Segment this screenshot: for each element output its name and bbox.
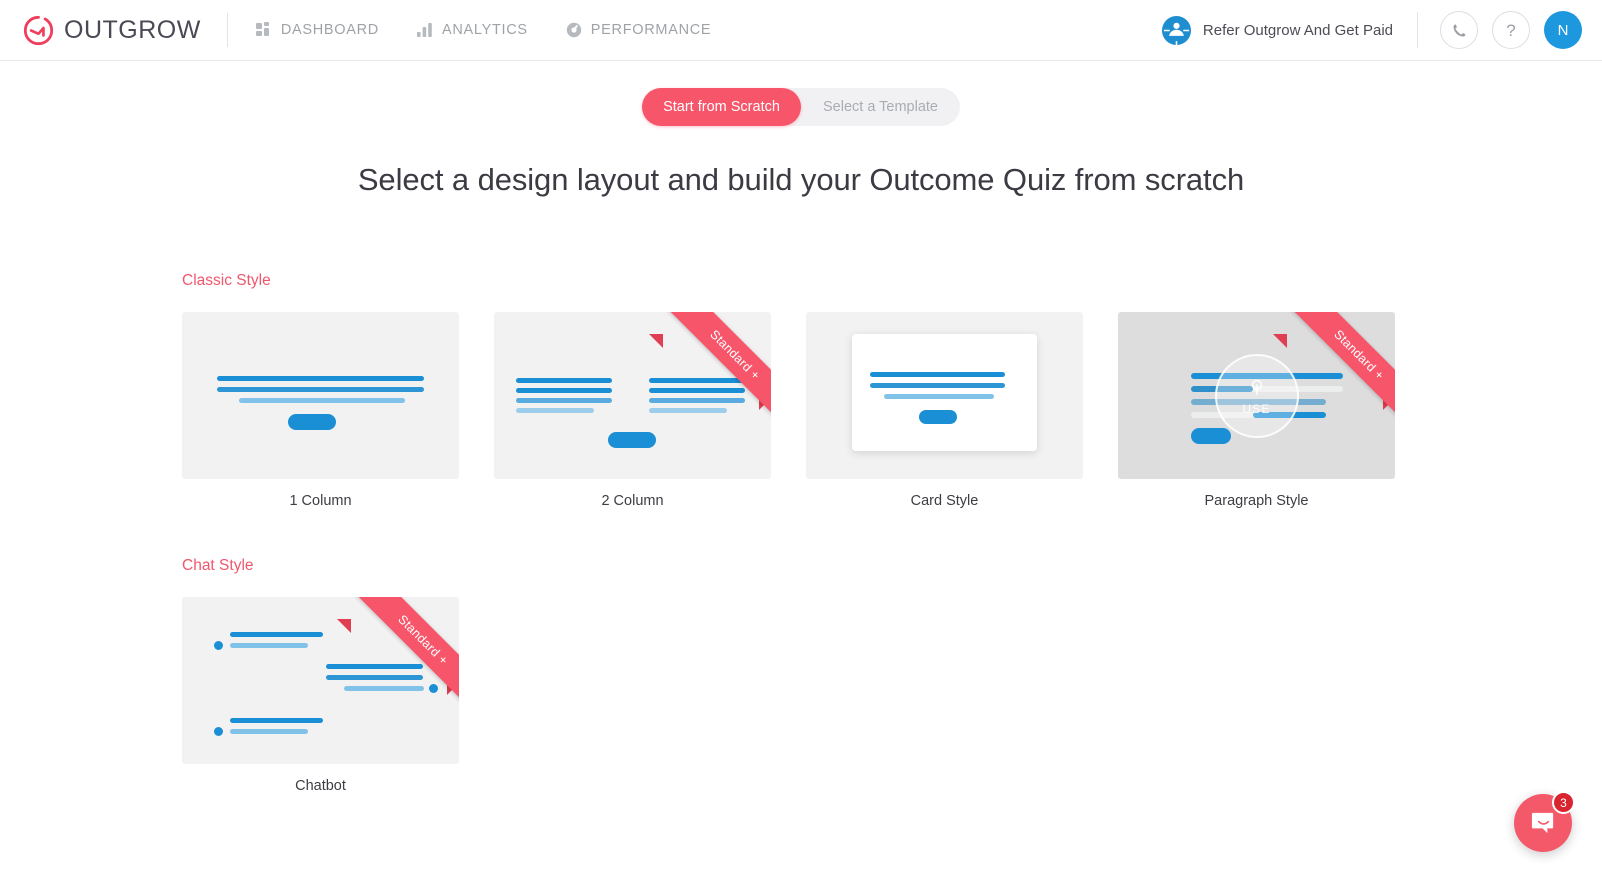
section-chat-style: Chat Style Standard + Chatbot [0,557,1602,794]
phone-button[interactable] [1440,11,1478,49]
preview-line [239,398,405,403]
brand-name: OUTGROW [64,15,201,44]
referral-person-icon [1161,15,1192,46]
refer-label: Refer Outgrow And Get Paid [1202,21,1393,39]
layout-caption: 2 Column [601,493,664,509]
ribbon-fold-right [447,681,459,695]
chat-avatar-dot [429,684,438,693]
preview-line [516,388,612,393]
nav-item-performance[interactable]: PERFORMANCE [566,22,712,38]
chat-bubble-icon [1530,810,1557,837]
preview-line [230,632,323,637]
header-divider-2 [1417,12,1418,48]
standard-plus-ribbon: Standard + [337,597,459,719]
ribbon-fold-right [1383,396,1395,410]
chat-unread-badge: 3 [1552,791,1575,814]
preview-line [230,643,308,648]
layout-gallery: Classic Style 1 Column Standard + 2 Colu… [0,272,1602,794]
mode-toggle: Start from Scratch Select a Template [642,88,960,126]
nav-item-dashboard[interactable]: DASHBOARD [255,22,379,38]
preview-button [1191,428,1231,444]
avatar-initial: N [1557,21,1569,39]
app-header: OUTGROW DASHBOARD ANALYTICS PERFORMANCE … [0,0,1602,61]
ribbon-label: Standard + [1291,312,1395,423]
preview-line [344,686,424,691]
chat-widget-button[interactable]: 3 [1514,791,1575,852]
ribbon-fold-left [649,334,663,348]
preview-button [288,414,336,430]
preview-line [649,398,745,403]
preview-line [230,718,323,723]
layout-card-1-column: 1 Column [182,312,459,509]
brand-logo[interactable]: OUTGROW [22,14,227,47]
section-title-classic: Classic Style [182,272,271,289]
preview-button [919,410,957,424]
card-row-chat: Standard + Chatbot [182,597,1602,794]
section-classic-style: Classic Style 1 Column Standard + 2 Colu… [0,272,1602,509]
user-avatar[interactable]: N [1544,11,1582,49]
layout-card-chatbot: Standard + Chatbot [182,597,459,794]
preview-line [649,388,745,393]
preview-line [884,394,994,399]
gauge-icon [566,22,582,38]
standard-plus-ribbon: Standard + [649,312,771,434]
preview-button [608,432,656,448]
main-nav: DASHBOARD ANALYTICS PERFORMANCE [255,22,712,38]
layout-card-2-column: Standard + 2 Column [494,312,771,509]
mode-toggle-wrapper: Start from Scratch Select a Template [0,88,1602,126]
layout-thumbnail-2-column[interactable]: Standard + [494,312,771,479]
layout-thumbnail-paragraph-style[interactable]: USE Standard + [1118,312,1395,479]
card-row-classic: 1 Column Standard + 2 Column Card Style … [182,312,1602,509]
layout-caption: Card Style [910,493,979,509]
ribbon-fold-left [1273,334,1287,348]
tab-select-a-template[interactable]: Select a Template [801,88,960,126]
preview-line [870,383,1005,388]
section-title-chat: Chat Style [182,557,254,574]
ribbon-label: Standard + [667,312,771,423]
preview-line [230,729,308,734]
preview-inner-card [852,334,1037,451]
preview-line [870,372,1005,377]
layout-card-paragraph-style: USE Standard + Paragraph Style [1118,312,1395,509]
nav-item-analytics[interactable]: ANALYTICS [416,22,528,38]
layout-thumbnail-chatbot[interactable]: Standard + [182,597,459,764]
ribbon-fold-right [759,396,771,410]
chat-avatar-dot [214,727,223,736]
preview-line [326,664,423,669]
tab-start-from-scratch[interactable]: Start from Scratch [642,88,801,126]
preview-line [516,378,612,383]
outgrow-logo-icon [22,14,55,47]
use-label: USE [1242,401,1271,416]
preview-line [649,408,727,413]
grid-icon [255,22,272,38]
layout-thumbnail-card-style[interactable] [806,312,1083,479]
preview-line [217,387,424,392]
nav-label-dashboard: DASHBOARD [280,22,379,38]
header-right-group: Refer Outgrow And Get Paid ? N [1161,11,1582,49]
use-layout-button[interactable]: USE [1214,353,1299,438]
preview-line [217,376,424,381]
nav-label-analytics: ANALYTICS [441,22,528,38]
ribbon-fold-left [337,619,351,633]
layout-caption: Paragraph Style [1204,493,1309,509]
layout-thumbnail-1-column[interactable] [182,312,459,479]
preview-line [326,675,423,680]
layout-caption: 1 Column [289,493,352,509]
nav-label-performance: PERFORMANCE [590,22,712,38]
layout-caption: Chatbot [295,778,346,794]
layout-card-card-style: Card Style [806,312,1083,509]
question-mark-icon: ? [1506,20,1516,40]
refer-outgrow-link[interactable]: Refer Outgrow And Get Paid [1161,15,1417,46]
preview-line [516,408,594,413]
preview-line [516,398,612,403]
help-button[interactable]: ? [1492,11,1530,49]
cursor-click-icon [1246,376,1268,398]
bar-chart-icon [416,22,433,38]
chat-avatar-dot [214,641,223,650]
page-title: Select a design layout and build your Ou… [357,162,1245,197]
phone-icon [1451,22,1468,39]
header-divider [226,13,228,47]
preview-line [649,378,745,383]
